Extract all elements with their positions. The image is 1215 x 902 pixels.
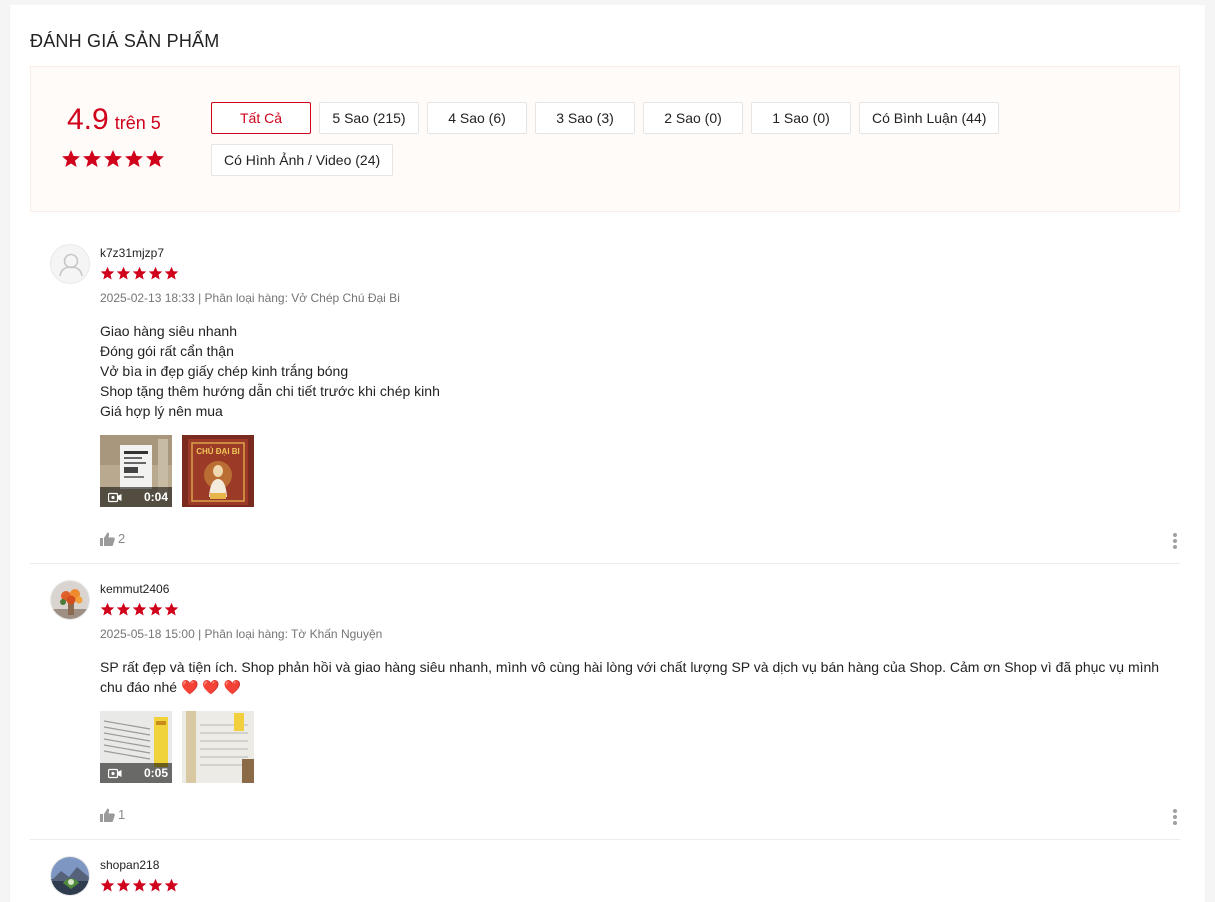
filter-with-media[interactable]: Có Hình Ảnh / Video (24) [211, 144, 394, 176]
review-text-line: Giao hàng siêu nhanh [100, 323, 237, 339]
video-duration: 0:04 [143, 490, 168, 504]
review-meta: 2025-02-13 18:33 | Phân loại hàng: Vở Ch… [100, 291, 400, 305]
review-text-line: chu đáo nhé ❤️ ❤️ ❤️ [100, 679, 242, 695]
review-image-thumbnail[interactable]: CHÚ ĐẠI BI [182, 435, 254, 507]
video-camera-icon [108, 768, 122, 778]
avatar[interactable] [50, 856, 90, 896]
video-bar: 0:05 [100, 763, 172, 783]
star-icon [132, 878, 147, 893]
landscape-avatar-icon [51, 857, 89, 895]
review-text-line: Giá hợp lý nên mua [100, 403, 223, 419]
star-icon [116, 602, 131, 617]
star-icon [145, 149, 165, 169]
video-duration: 0:05 [143, 766, 168, 780]
star-icon [61, 149, 81, 169]
product-ratings-card: ĐÁNH GIÁ SẢN PHẨM 4.9 trên 5 Tất Cả 5 Sa… [10, 5, 1205, 902]
rating-value: 4.9 [67, 103, 109, 136]
review-username[interactable]: kemmut2406 [100, 582, 169, 596]
filter-4-stars[interactable]: 4 Sao (6) [427, 102, 527, 134]
filter-3-stars[interactable]: 3 Sao (3) [535, 102, 635, 134]
overview-stars [61, 149, 165, 169]
avatar[interactable] [50, 580, 90, 620]
star-icon [82, 149, 102, 169]
star-icon [148, 602, 163, 617]
star-icon [164, 602, 179, 617]
notebook-cover-caption: CHÚ ĐẠI BI [196, 447, 240, 456]
review-stars [100, 266, 179, 281]
rating-overview: 4.9 trên 5 Tất Cả 5 Sao (215) 4 Sao (6) … [30, 66, 1180, 212]
review-divider [30, 563, 1180, 564]
thumbs-up-icon [100, 808, 115, 822]
review-body: Giao hàng siêu nhanh Đóng gói rất cẩn th… [100, 321, 1170, 421]
like-count: 1 [118, 807, 126, 822]
review-stars [100, 602, 179, 617]
more-options-icon[interactable] [1170, 533, 1180, 549]
review-stars [100, 878, 179, 893]
star-icon [164, 266, 179, 281]
star-icon [116, 878, 131, 893]
review-body: SP rất đẹp và tiện ích. Shop phản hồi và… [100, 657, 1170, 697]
star-icon [132, 602, 147, 617]
rating-filters: Tất Cả 5 Sao (215) 4 Sao (6) 3 Sao (3) 2… [211, 102, 1151, 176]
like-count: 2 [118, 531, 126, 546]
star-icon [148, 878, 163, 893]
review-image-thumbnail[interactable] [182, 711, 254, 783]
notebook-cover-photo: CHÚ ĐẠI BI [182, 435, 254, 507]
star-icon [116, 266, 131, 281]
star-icon [132, 266, 147, 281]
filter-5-stars[interactable]: 5 Sao (215) [319, 102, 419, 134]
section-title: ĐÁNH GIÁ SẢN PHẨM [30, 31, 220, 51]
like-button[interactable]: 2 [100, 531, 125, 546]
filter-all[interactable]: Tất Cả [211, 102, 311, 134]
review-video-thumbnail[interactable]: 0:04 [100, 435, 172, 507]
star-icon [103, 149, 123, 169]
review-text-line: Shop tặng thêm hướng dẫn chi tiết trước … [100, 383, 440, 399]
review-divider [30, 839, 1180, 840]
like-button[interactable]: 1 [100, 807, 125, 822]
stacked-papers-photo [182, 711, 254, 783]
flower-avatar-icon [51, 581, 89, 619]
filter-1-star[interactable]: 1 Sao (0) [751, 102, 851, 134]
review-media: 0:05 [100, 711, 254, 783]
review-text-line: Đóng gói rất cẩn thận [100, 343, 234, 359]
default-avatar-icon [51, 245, 89, 283]
filter-2-stars[interactable]: 2 Sao (0) [643, 102, 743, 134]
review-text-line: Vở bìa in đẹp giấy chép kinh trắng bóng [100, 363, 349, 379]
video-bar: 0:04 [100, 487, 172, 507]
star-icon [148, 266, 163, 281]
more-options-icon[interactable] [1170, 809, 1180, 825]
review-username[interactable]: shopan218 [100, 858, 159, 872]
star-icon [124, 149, 144, 169]
review-username[interactable]: k7z31mjzp7 [100, 246, 164, 260]
avatar[interactable] [50, 244, 90, 284]
filter-with-comments[interactable]: Có Bình Luận (44) [859, 102, 1000, 134]
review-text-line: SP rất đẹp và tiện ích. Shop phản hồi và… [100, 659, 1160, 675]
star-icon [100, 266, 115, 281]
star-icon [164, 878, 179, 893]
rating-score: 4.9 trên 5 [67, 103, 161, 137]
video-camera-icon [108, 492, 122, 502]
review-video-thumbnail[interactable]: 0:05 [100, 711, 172, 783]
rating-out-of: trên 5 [114, 113, 161, 133]
star-icon [100, 878, 115, 893]
star-icon [100, 602, 115, 617]
thumbs-up-icon [100, 532, 115, 546]
review-meta: 2025-05-18 15:00 | Phân loại hàng: Tờ Kh… [100, 627, 383, 641]
review-media: 0:04 CHÚ ĐẠI BI [100, 435, 254, 507]
